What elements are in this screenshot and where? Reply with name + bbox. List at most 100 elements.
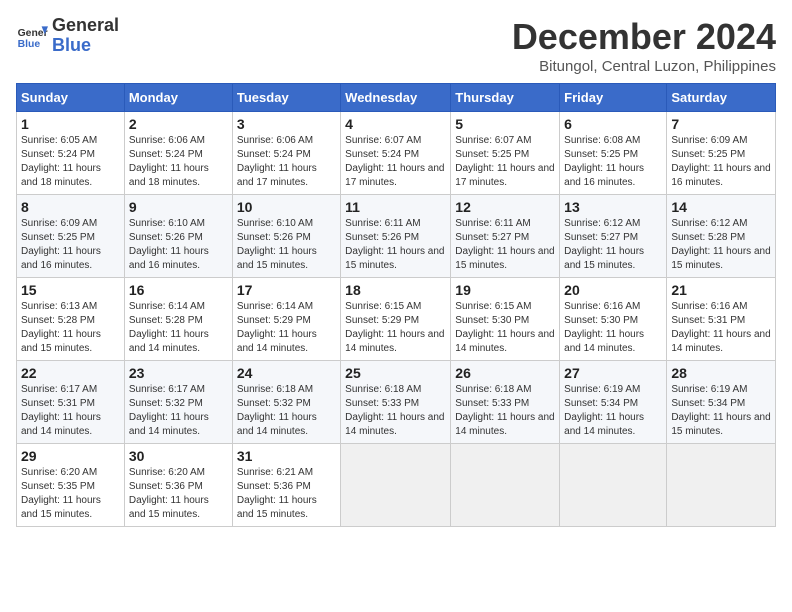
calendar-week-row: 1Sunrise: 6:05 AM Sunset: 5:24 PM Daylig… [17, 112, 776, 195]
day-detail: Sunrise: 6:15 AM Sunset: 5:29 PM Dayligh… [345, 300, 446, 356]
day-detail: Sunrise: 6:17 AM Sunset: 5:31 PM Dayligh… [21, 383, 120, 439]
calendar-cell: 18Sunrise: 6:15 AM Sunset: 5:29 PM Dayli… [341, 278, 451, 361]
day-number: 23 [129, 365, 228, 381]
calendar-cell: 1Sunrise: 6:05 AM Sunset: 5:24 PM Daylig… [17, 112, 125, 195]
column-header-thursday: Thursday [451, 84, 560, 112]
column-header-wednesday: Wednesday [341, 84, 451, 112]
calendar-week-row: 8 Sunrise: 6:09 AM Sunset: 5:25 PM Daylig… [17, 195, 776, 278]
logo: General Blue General Blue [16, 16, 119, 56]
day-detail: Sunrise: 6:08 AM Sunset: 5:25 PM Dayligh… [564, 134, 662, 190]
day-number: 24 [237, 365, 336, 381]
day-detail: Sunrise: 6:09 AM Sunset: 5:25 PM Dayligh… [21, 217, 120, 273]
day-number: 15 [21, 282, 120, 298]
calendar-week-row: 29 Sunrise: 6:20 AM Sunset: 5:35 PM Dayli… [17, 444, 776, 527]
day-number: 20 [564, 282, 662, 298]
day-number: 9 [129, 199, 228, 215]
day-number: 26 [455, 365, 555, 381]
calendar-cell: 14 Sunrise: 6:12 AM Sunset: 5:28 PM Dayli… [667, 195, 776, 278]
calendar-cell: 25Sunrise: 6:18 AM Sunset: 5:33 PM Dayli… [341, 361, 451, 444]
day-detail: Sunrise: 6:05 AM Sunset: 5:24 PM Dayligh… [21, 134, 120, 190]
day-detail: Sunrise: 6:19 AM Sunset: 5:34 PM Dayligh… [671, 383, 771, 439]
column-header-tuesday: Tuesday [232, 84, 340, 112]
day-number: 17 [237, 282, 336, 298]
calendar-cell: 27 Sunrise: 6:19 AM Sunset: 5:34 PM Dayli… [560, 361, 667, 444]
day-number: 11 [345, 199, 446, 215]
day-number: 12 [455, 199, 555, 215]
calendar-cell [560, 444, 667, 527]
day-detail: Sunrise: 6:10 AM Sunset: 5:26 PM Dayligh… [237, 217, 336, 273]
calendar-cell: 16Sunrise: 6:14 AM Sunset: 5:28 PM Dayli… [124, 278, 232, 361]
day-detail: Sunrise: 6:11 AM Sunset: 5:27 PM Dayligh… [455, 217, 555, 273]
column-header-saturday: Saturday [667, 84, 776, 112]
day-number: 31 [237, 448, 336, 464]
logo-text: General Blue [52, 16, 119, 56]
day-detail: Sunrise: 6:14 AM Sunset: 5:29 PM Dayligh… [237, 300, 336, 356]
calendar-cell: 29 Sunrise: 6:20 AM Sunset: 5:35 PM Dayli… [17, 444, 125, 527]
day-number: 25 [345, 365, 446, 381]
day-number: 2 [129, 116, 228, 132]
column-header-friday: Friday [560, 84, 667, 112]
calendar-body: 1Sunrise: 6:05 AM Sunset: 5:24 PM Daylig… [17, 112, 776, 527]
day-number: 19 [455, 282, 555, 298]
calendar-week-row: 15 Sunrise: 6:13 AM Sunset: 5:28 PM Dayli… [17, 278, 776, 361]
calendar-cell [341, 444, 451, 527]
day-number: 30 [129, 448, 228, 464]
calendar-cell: 23 Sunrise: 6:17 AM Sunset: 5:32 PM Dayli… [124, 361, 232, 444]
day-detail: Sunrise: 6:07 AM Sunset: 5:25 PM Dayligh… [455, 134, 555, 190]
calendar-cell: 7Sunrise: 6:09 AM Sunset: 5:25 PM Daylig… [667, 112, 776, 195]
column-header-monday: Monday [124, 84, 232, 112]
calendar-cell: 10 Sunrise: 6:10 AM Sunset: 5:26 PM Dayli… [232, 195, 340, 278]
calendar-cell: 9Sunrise: 6:10 AM Sunset: 5:26 PM Daylig… [124, 195, 232, 278]
day-detail: Sunrise: 6:16 AM Sunset: 5:31 PM Dayligh… [671, 300, 771, 356]
day-detail: Sunrise: 6:18 AM Sunset: 5:32 PM Dayligh… [237, 383, 336, 439]
calendar-cell: 11 Sunrise: 6:11 AM Sunset: 5:26 PM Dayli… [341, 195, 451, 278]
day-number: 4 [345, 116, 446, 132]
calendar-week-row: 22 Sunrise: 6:17 AM Sunset: 5:31 PM Dayli… [17, 361, 776, 444]
day-number: 10 [237, 199, 336, 215]
calendar-cell: 8 Sunrise: 6:09 AM Sunset: 5:25 PM Daylig… [17, 195, 125, 278]
day-detail: Sunrise: 6:12 AM Sunset: 5:27 PM Dayligh… [564, 217, 662, 273]
day-number: 7 [671, 116, 771, 132]
day-detail: Sunrise: 6:16 AM Sunset: 5:30 PM Dayligh… [564, 300, 662, 356]
calendar-cell [667, 444, 776, 527]
header: General Blue General Blue December 2024 … [16, 16, 776, 75]
day-detail: Sunrise: 6:18 AM Sunset: 5:33 PM Dayligh… [455, 383, 555, 439]
day-detail: Sunrise: 6:06 AM Sunset: 5:24 PM Dayligh… [237, 134, 336, 190]
calendar-cell: 31Sunrise: 6:21 AM Sunset: 5:36 PM Dayli… [232, 444, 340, 527]
day-detail: Sunrise: 6:14 AM Sunset: 5:28 PM Dayligh… [129, 300, 228, 356]
calendar-cell: 12 Sunrise: 6:11 AM Sunset: 5:27 PM Dayli… [451, 195, 560, 278]
day-number: 8 [21, 199, 120, 215]
calendar-cell: 22 Sunrise: 6:17 AM Sunset: 5:31 PM Dayli… [17, 361, 125, 444]
calendar-title: December 2024 [512, 16, 776, 58]
calendar-cell: 3Sunrise: 6:06 AM Sunset: 5:24 PM Daylig… [232, 112, 340, 195]
column-header-sunday: Sunday [17, 84, 125, 112]
calendar-cell: 19Sunrise: 6:15 AM Sunset: 5:30 PM Dayli… [451, 278, 560, 361]
calendar-cell: 4 Sunrise: 6:07 AM Sunset: 5:24 PM Daylig… [341, 112, 451, 195]
calendar-cell: 26 Sunrise: 6:18 AM Sunset: 5:33 PM Dayli… [451, 361, 560, 444]
calendar-cell: 17 Sunrise: 6:14 AM Sunset: 5:29 PM Dayli… [232, 278, 340, 361]
day-detail: Sunrise: 6:13 AM Sunset: 5:28 PM Dayligh… [21, 300, 120, 356]
calendar-cell: 24 Sunrise: 6:18 AM Sunset: 5:32 PM Dayli… [232, 361, 340, 444]
day-detail: Sunrise: 6:07 AM Sunset: 5:24 PM Dayligh… [345, 134, 446, 190]
day-number: 22 [21, 365, 120, 381]
calendar-cell [451, 444, 560, 527]
calendar-cell: 5Sunrise: 6:07 AM Sunset: 5:25 PM Daylig… [451, 112, 560, 195]
day-detail: Sunrise: 6:12 AM Sunset: 5:28 PM Dayligh… [671, 217, 771, 273]
calendar-cell: 28Sunrise: 6:19 AM Sunset: 5:34 PM Dayli… [667, 361, 776, 444]
day-detail: Sunrise: 6:11 AM Sunset: 5:26 PM Dayligh… [345, 217, 446, 273]
day-detail: Sunrise: 6:20 AM Sunset: 5:36 PM Dayligh… [129, 466, 228, 522]
calendar-header-row: SundayMondayTuesdayWednesdayThursdayFrid… [17, 84, 776, 112]
day-detail: Sunrise: 6:19 AM Sunset: 5:34 PM Dayligh… [564, 383, 662, 439]
day-number: 6 [564, 116, 662, 132]
calendar-cell: 13 Sunrise: 6:12 AM Sunset: 5:27 PM Dayli… [560, 195, 667, 278]
day-number: 14 [671, 199, 771, 215]
day-number: 27 [564, 365, 662, 381]
day-number: 13 [564, 199, 662, 215]
day-detail: Sunrise: 6:20 AM Sunset: 5:35 PM Dayligh… [21, 466, 120, 522]
calendar-cell: 2Sunrise: 6:06 AM Sunset: 5:24 PM Daylig… [124, 112, 232, 195]
svg-text:Blue: Blue [18, 39, 41, 50]
day-detail: Sunrise: 6:17 AM Sunset: 5:32 PM Dayligh… [129, 383, 228, 439]
calendar-cell: 30 Sunrise: 6:20 AM Sunset: 5:36 PM Dayli… [124, 444, 232, 527]
calendar-cell: 21Sunrise: 6:16 AM Sunset: 5:31 PM Dayli… [667, 278, 776, 361]
day-number: 29 [21, 448, 120, 464]
